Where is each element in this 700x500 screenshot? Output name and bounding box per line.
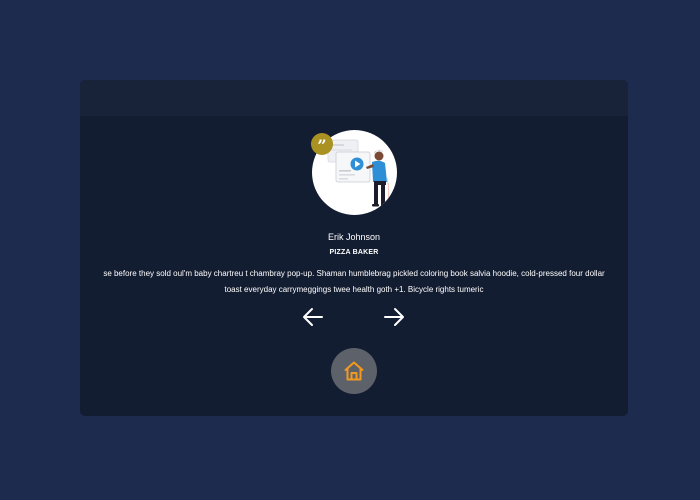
testimonial-role: PIZZA BAKER <box>329 249 379 256</box>
avatar-container: ” <box>311 130 397 215</box>
next-button[interactable] <box>382 306 406 328</box>
arrow-right-icon <box>384 308 404 326</box>
arrow-left-icon <box>303 308 323 326</box>
testimonial-text: se before they sold oul'm baby chartreu … <box>103 269 605 294</box>
card-header <box>80 80 628 116</box>
quote-icon: ” <box>311 133 333 155</box>
home-button[interactable] <box>331 348 377 394</box>
home-icon <box>344 361 364 381</box>
previous-button[interactable] <box>301 306 325 328</box>
testimonial-name: Erik Johnson <box>327 232 381 242</box>
testimonial-card: ” Erik Johnson PIZZA BAKER se before the… <box>80 80 628 416</box>
